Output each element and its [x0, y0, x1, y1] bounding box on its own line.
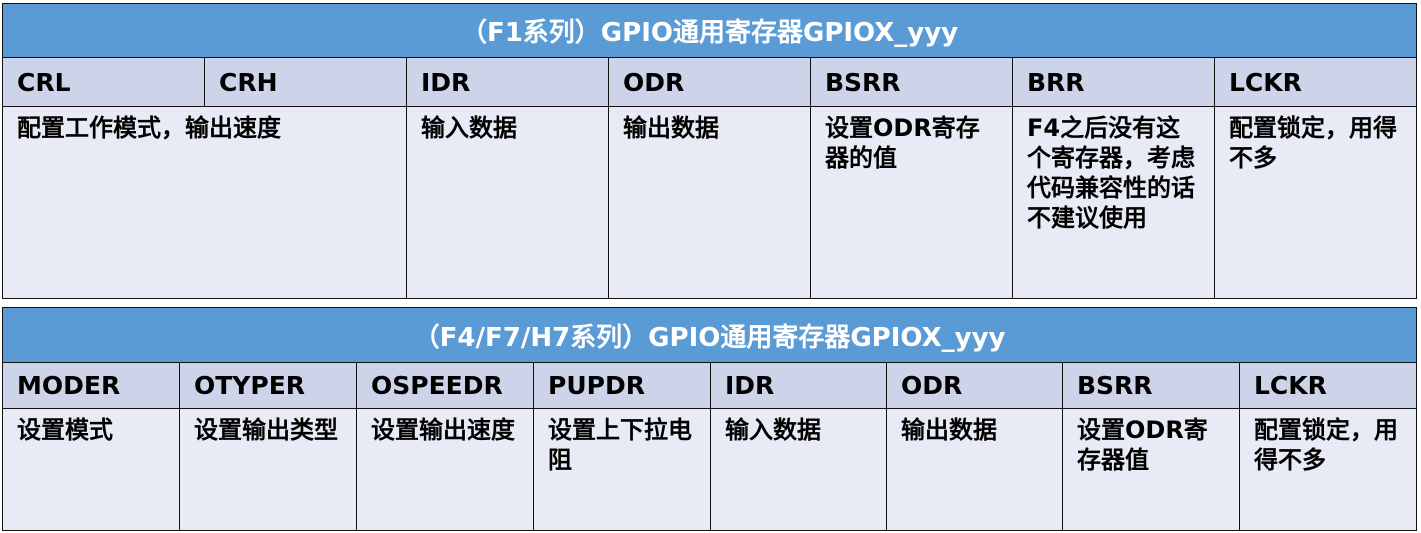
f1-header-lckr: LCKR [1213, 57, 1418, 107]
f4-header-lckr: LCKR [1238, 362, 1418, 409]
f1-desc-lckr: 配置锁定，用得不多 [1213, 106, 1418, 299]
f4-f7-h7-gpio-register-table: （F4/F7/H7系列）GPIO通用寄存器GPIOX_yyy MODER OTY… [1, 307, 1418, 531]
f4-header-idr: IDR [710, 362, 887, 409]
f4-header-pupdr: PUPDR [533, 362, 711, 409]
f1-desc-idr: 输入数据 [406, 106, 609, 299]
f1-header-crh: CRH [204, 57, 407, 107]
f1-desc-bsrr: 设置ODR寄存器的值 [810, 106, 1013, 299]
f1-header-brr: BRR [1012, 57, 1215, 107]
f1-header-bsrr: BSRR [810, 57, 1013, 107]
f4-desc-otyper: 设置输出类型 [179, 408, 357, 531]
f4-desc-ospeedr: 设置输出速度 [356, 408, 534, 531]
f1-header-crl: CRL [2, 57, 205, 107]
f1-table-title: （F1系列）GPIO通用寄存器GPIOX_yyy [1, 3, 1418, 58]
f1-desc-brr: F4之后没有这个寄存器，考虑代码兼容性的话不建议使用 [1012, 106, 1215, 299]
f1-header-odr: ODR [608, 57, 811, 107]
f4-header-moder: MODER [2, 362, 180, 409]
f4-header-odr: ODR [886, 362, 1063, 409]
f1-header-idr: IDR [406, 57, 609, 107]
f4-desc-pupdr: 设置上下拉电阻 [533, 408, 711, 531]
f4-table-title: （F4/F7/H7系列）GPIO通用寄存器GPIOX_yyy [1, 307, 1418, 363]
f4-desc-lckr: 配置锁定，用得不多 [1238, 408, 1418, 531]
f1-gpio-register-table: （F1系列）GPIO通用寄存器GPIOX_yyy CRL CRH IDR ODR… [1, 3, 1418, 299]
f4-desc-bsrr: 设置ODR寄存器值 [1062, 408, 1240, 531]
f4-desc-moder: 设置模式 [2, 408, 180, 531]
f4-header-otyper: OTYPER [179, 362, 357, 409]
f1-desc-crl-crh: 配置工作模式，输出速度 [2, 106, 407, 299]
f4-desc-idr: 输入数据 [710, 408, 887, 531]
f4-header-bsrr: BSRR [1062, 362, 1240, 409]
f4-header-ospeedr: OSPEEDR [356, 362, 534, 409]
f4-desc-odr: 输出数据 [886, 408, 1063, 531]
f1-desc-odr: 输出数据 [608, 106, 811, 299]
